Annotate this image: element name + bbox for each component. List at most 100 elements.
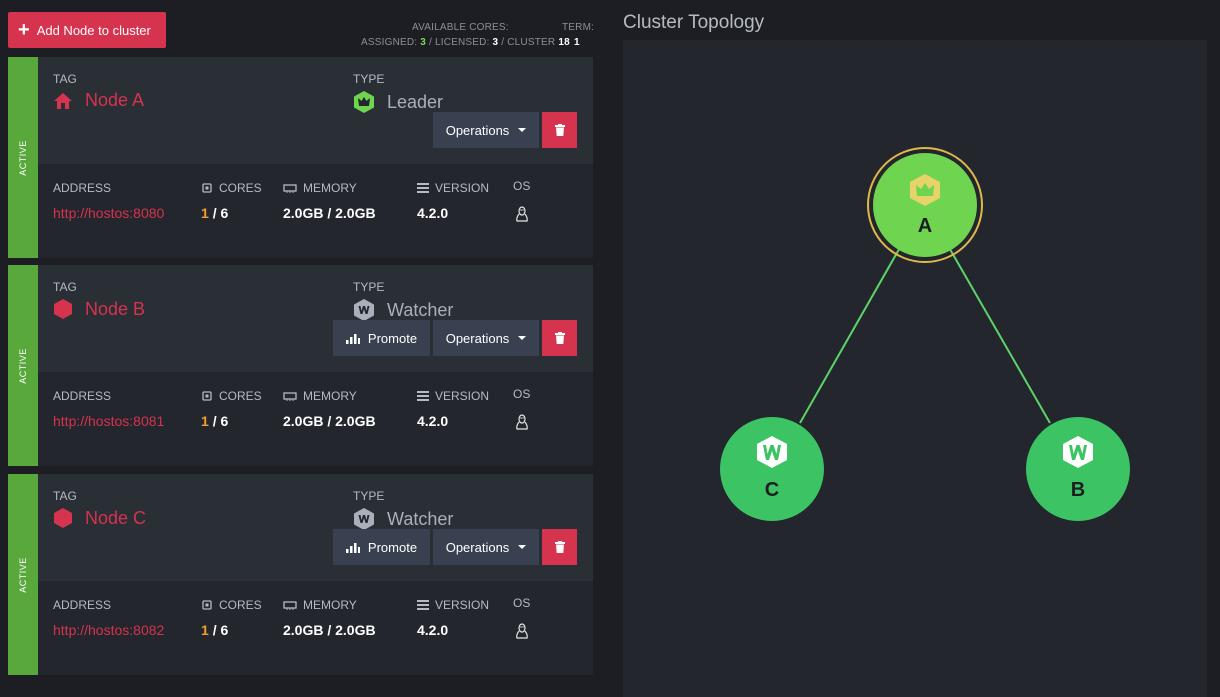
version-label: VERSION <box>417 598 489 612</box>
caret-down-icon <box>518 336 527 340</box>
cluster-cores: 18 <box>558 37 570 48</box>
node-tag: Node A <box>53 90 144 111</box>
node-memory: 2.0GB / 2.0GB <box>283 413 376 429</box>
term-value: 1 <box>574 37 580 48</box>
promote-button[interactable]: Promote <box>333 320 430 356</box>
node-card-b: ACTIVE TAG Node B TYPE Watcher Promote O… <box>8 265 593 466</box>
memory-icon <box>283 184 297 193</box>
version-label: VERSION <box>417 181 489 195</box>
cpu-icon <box>202 391 212 401</box>
node-type: Watcher <box>353 298 453 322</box>
trash-icon <box>554 124 565 136</box>
memory-label: MEMORY <box>283 181 357 195</box>
node-type: Leader <box>353 90 443 114</box>
node-version: 4.2.0 <box>417 205 449 221</box>
watcher-icon <box>354 299 374 321</box>
caret-down-icon <box>518 545 527 549</box>
node-cores: 1 / 6 <box>201 205 229 221</box>
tag-label: TAG <box>53 280 77 294</box>
node-a-label: A <box>918 215 932 237</box>
edge-a-b <box>946 243 1051 424</box>
status-bar: ACTIVE <box>8 57 38 258</box>
os-label: OS <box>513 387 531 401</box>
hexagon-icon <box>54 299 72 319</box>
topology-graph: A C B <box>720 147 1130 521</box>
status-bar: ACTIVE <box>8 474 38 675</box>
topology-node-c[interactable]: C <box>720 417 824 521</box>
type-label: TYPE <box>353 72 385 86</box>
edge-a-c <box>799 243 903 424</box>
os-label: OS <box>513 596 531 610</box>
operations-button[interactable]: Operations <box>433 320 539 356</box>
bar-chart-icon <box>345 334 360 344</box>
list-icon <box>417 183 429 193</box>
topology-title: Cluster Topology <box>623 12 765 33</box>
node-card-a: ACTIVE TAG Node A TYPE Leader Operations… <box>8 57 593 258</box>
type-label: TYPE <box>353 489 385 503</box>
node-memory: 2.0GB / 2.0GB <box>283 622 376 638</box>
cpu-icon <box>202 600 212 610</box>
address-label: ADDRESS <box>53 181 112 195</box>
linux-icon <box>516 414 528 430</box>
topology-canvas[interactable]: A C B <box>623 40 1207 697</box>
plus-icon: + <box>18 19 30 41</box>
bar-chart-icon <box>345 543 360 553</box>
address-label: ADDRESS <box>53 598 112 612</box>
watcher-icon <box>354 508 374 530</box>
node-cores: 1 / 6 <box>201 622 229 638</box>
linux-icon <box>516 623 528 639</box>
node-address[interactable]: http://hostos:8081 <box>53 413 164 429</box>
topology-node-a[interactable]: A <box>867 147 983 263</box>
type-label: TYPE <box>353 280 385 294</box>
caret-down-icon <box>518 128 527 132</box>
licensed-cores: 3 <box>492 37 499 48</box>
node-cores: 1 / 6 <box>201 413 229 429</box>
memory-icon <box>283 601 297 610</box>
leader-icon <box>354 91 374 113</box>
node-tag: Node C <box>53 507 146 529</box>
delete-button[interactable] <box>542 529 577 565</box>
list-icon <box>417 391 429 401</box>
version-label: VERSION <box>417 389 489 403</box>
delete-button[interactable] <box>542 112 577 148</box>
memory-icon <box>283 392 297 401</box>
cores-label: CORES <box>201 389 262 403</box>
tag-label: TAG <box>53 72 77 86</box>
node-version: 4.2.0 <box>417 413 449 429</box>
delete-button[interactable] <box>542 320 577 356</box>
topology-node-b[interactable]: B <box>1026 417 1130 521</box>
add-node-label: Add Node to cluster <box>36 22 151 38</box>
add-node-button[interactable]: + Add Node to cluster <box>8 12 166 48</box>
cores-summary: ASSIGNED: 3 / LICENSED: 3 / CLUSTER 18 <box>361 37 570 48</box>
node-address[interactable]: http://hostos:8080 <box>53 205 164 221</box>
linux-icon <box>516 206 528 222</box>
cpu-icon <box>202 183 212 193</box>
node-memory: 2.0GB / 2.0GB <box>283 205 376 221</box>
status-bar: ACTIVE <box>8 265 38 466</box>
node-card-c: ACTIVE TAG Node C TYPE Watcher Promote O… <box>8 474 593 675</box>
nodes-panel: + Add Node to cluster AVAILABLE CORES: A… <box>0 0 604 697</box>
node-version: 4.2.0 <box>417 622 449 638</box>
assigned-cores: 3 <box>420 37 427 48</box>
cores-label: CORES <box>201 181 262 195</box>
term-label: TERM: <box>562 22 595 33</box>
cores-label: CORES <box>201 598 262 612</box>
trash-icon <box>554 332 565 344</box>
node-b-label: B <box>1071 479 1085 501</box>
memory-label: MEMORY <box>283 598 357 612</box>
promote-button[interactable]: Promote <box>333 529 430 565</box>
home-icon <box>54 92 72 109</box>
node-tag: Node B <box>53 298 145 320</box>
os-label: OS <box>513 179 531 193</box>
list-icon <box>417 600 429 610</box>
node-c-label: C <box>765 479 779 501</box>
operations-button[interactable]: Operations <box>433 112 539 148</box>
node-address[interactable]: http://hostos:8082 <box>53 622 164 638</box>
hexagon-icon <box>54 508 72 528</box>
address-label: ADDRESS <box>53 389 112 403</box>
operations-button[interactable]: Operations <box>433 529 539 565</box>
available-cores-title: AVAILABLE CORES: <box>412 22 509 33</box>
node-type: Watcher <box>353 507 453 531</box>
memory-label: MEMORY <box>283 389 357 403</box>
trash-icon <box>554 541 565 553</box>
